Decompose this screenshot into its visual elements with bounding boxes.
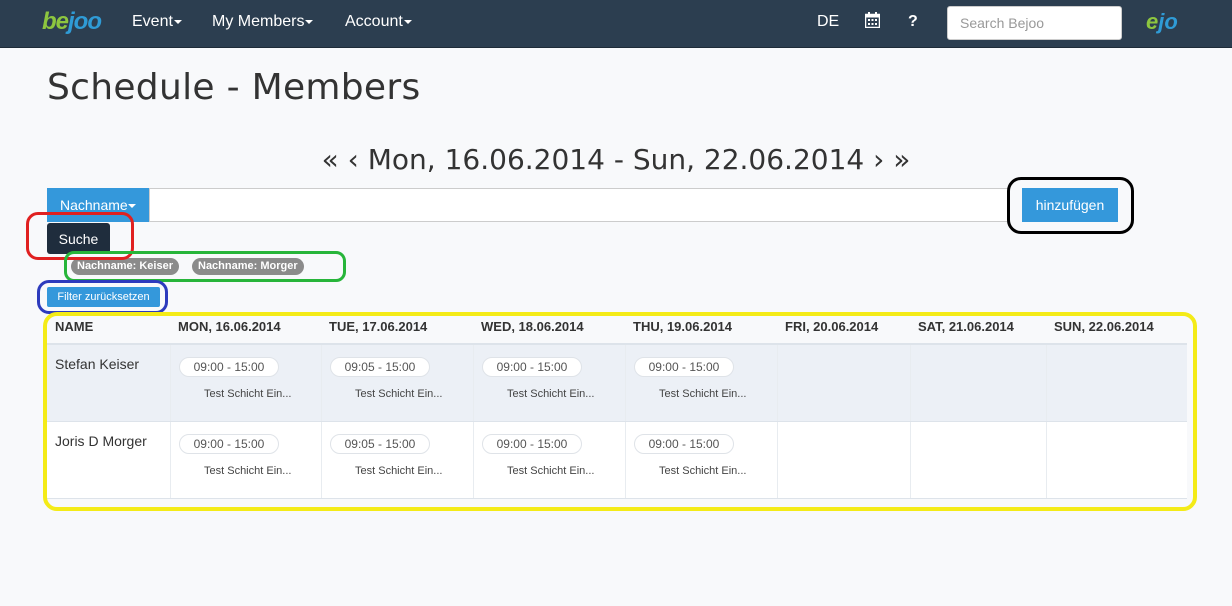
filter-tag[interactable]: Nachname: Keiser bbox=[71, 258, 179, 275]
filter-field-dropdown[interactable]: Nachname bbox=[47, 188, 149, 222]
shift-time[interactable]: 09:00 - 15:00 bbox=[634, 357, 734, 377]
filter-tag[interactable]: Nachname: Morger bbox=[192, 258, 304, 275]
caret-down-icon bbox=[173, 19, 182, 24]
week-range: Mon, 16.06.2014 - Sun, 22.06.2014 bbox=[367, 143, 865, 176]
caret-down-icon bbox=[127, 204, 136, 209]
help-button[interactable]: ? bbox=[908, 13, 918, 31]
reset-filter-button[interactable]: Filter zurücksetzen bbox=[47, 287, 160, 307]
shift-label: Test Schicht Ein... bbox=[659, 388, 747, 400]
table-row: Joris D Morger 09:00 - 15:00 Test Schich… bbox=[47, 422, 1187, 499]
shift-label: Test Schicht Ein... bbox=[204, 388, 292, 400]
shift-time[interactable]: 09:05 - 15:00 bbox=[330, 357, 430, 377]
filter-value-input[interactable] bbox=[149, 188, 1009, 222]
next-week-button[interactable]: › bbox=[873, 143, 884, 176]
shift-time[interactable]: 09:00 - 15:00 bbox=[482, 434, 582, 454]
shift-label: Test Schicht Ein... bbox=[507, 388, 595, 400]
day-cell[interactable]: 09:05 - 15:00 Test Schicht Ein... bbox=[321, 422, 473, 498]
day-cell[interactable] bbox=[1046, 345, 1187, 421]
language-switch[interactable]: DE bbox=[817, 13, 839, 31]
column-header: WED, 18.06.2014 bbox=[481, 319, 584, 334]
day-cell[interactable]: 09:05 - 15:00 Test Schicht Ein... bbox=[321, 345, 473, 421]
shift-label: Test Schicht Ein... bbox=[204, 465, 292, 477]
ejo-logo[interactable]: ejo bbox=[1146, 9, 1178, 35]
shift-label: Test Schicht Ein... bbox=[507, 465, 595, 477]
day-cell[interactable]: 09:00 - 15:00 Test Schicht Ein... bbox=[170, 422, 321, 498]
day-cell[interactable] bbox=[777, 422, 910, 498]
shift-label: Test Schicht Ein... bbox=[659, 465, 747, 477]
column-header: TUE, 17.06.2014 bbox=[329, 319, 428, 334]
column-header: NAME bbox=[55, 319, 94, 334]
table-header: NAME MON, 16.06.2014 TUE, 17.06.2014 WED… bbox=[47, 314, 1187, 345]
table-row: Stefan Keiser 09:00 - 15:00 Test Schicht… bbox=[47, 345, 1187, 422]
week-navigation: « ‹ Mon, 16.06.2014 - Sun, 22.06.2014 › … bbox=[0, 143, 1232, 176]
nav-menu-event[interactable]: Event bbox=[132, 13, 182, 31]
shift-time[interactable]: 09:00 - 15:00 bbox=[634, 434, 734, 454]
day-cell[interactable]: 09:00 - 15:00 Test Schicht Ein... bbox=[473, 345, 625, 421]
add-filter-button[interactable]: hinzufügen bbox=[1022, 188, 1118, 222]
day-cell[interactable] bbox=[1046, 422, 1187, 498]
page-title: Schedule - Members bbox=[47, 67, 421, 108]
member-name[interactable]: Stefan Keiser bbox=[55, 356, 139, 372]
top-navbar: bejoo Event My Members Account DE ? ejo bbox=[0, 0, 1232, 48]
day-cell[interactable] bbox=[910, 345, 1046, 421]
shift-label: Test Schicht Ein... bbox=[355, 388, 443, 400]
nav-menu-account[interactable]: Account bbox=[345, 13, 412, 31]
first-week-button[interactable]: « bbox=[322, 143, 339, 176]
shift-time[interactable]: 09:00 - 15:00 bbox=[179, 357, 279, 377]
shift-label: Test Schicht Ein... bbox=[355, 465, 443, 477]
column-header: SUN, 22.06.2014 bbox=[1054, 319, 1154, 334]
shift-time[interactable]: 09:00 - 15:00 bbox=[179, 434, 279, 454]
column-header: THU, 19.06.2014 bbox=[633, 319, 733, 334]
day-cell[interactable]: 09:00 - 15:00 Test Schicht Ein... bbox=[625, 422, 777, 498]
column-header: SAT, 21.06.2014 bbox=[918, 319, 1014, 334]
shift-time[interactable]: 09:05 - 15:00 bbox=[330, 434, 430, 454]
bejoo-logo[interactable]: bejoo bbox=[42, 8, 102, 36]
member-name[interactable]: Joris D Morger bbox=[55, 433, 147, 449]
calendar-icon[interactable] bbox=[864, 12, 881, 29]
last-week-button[interactable]: » bbox=[893, 143, 910, 176]
search-button[interactable]: Suche bbox=[47, 223, 110, 254]
shift-time[interactable]: 09:00 - 15:00 bbox=[482, 357, 582, 377]
caret-down-icon bbox=[305, 19, 314, 24]
prev-week-button[interactable]: ‹ bbox=[348, 143, 359, 176]
caret-down-icon bbox=[403, 19, 412, 24]
day-cell[interactable] bbox=[777, 345, 910, 421]
day-cell[interactable]: 09:00 - 15:00 Test Schicht Ein... bbox=[170, 345, 321, 421]
day-cell[interactable] bbox=[910, 422, 1046, 498]
column-header: FRI, 20.06.2014 bbox=[785, 319, 879, 334]
column-header: MON, 16.06.2014 bbox=[178, 319, 281, 334]
search-input[interactable] bbox=[947, 6, 1122, 40]
day-cell[interactable]: 09:00 - 15:00 Test Schicht Ein... bbox=[473, 422, 625, 498]
day-cell[interactable]: 09:00 - 15:00 Test Schicht Ein... bbox=[625, 345, 777, 421]
nav-menu-my-members[interactable]: My Members bbox=[212, 13, 314, 31]
